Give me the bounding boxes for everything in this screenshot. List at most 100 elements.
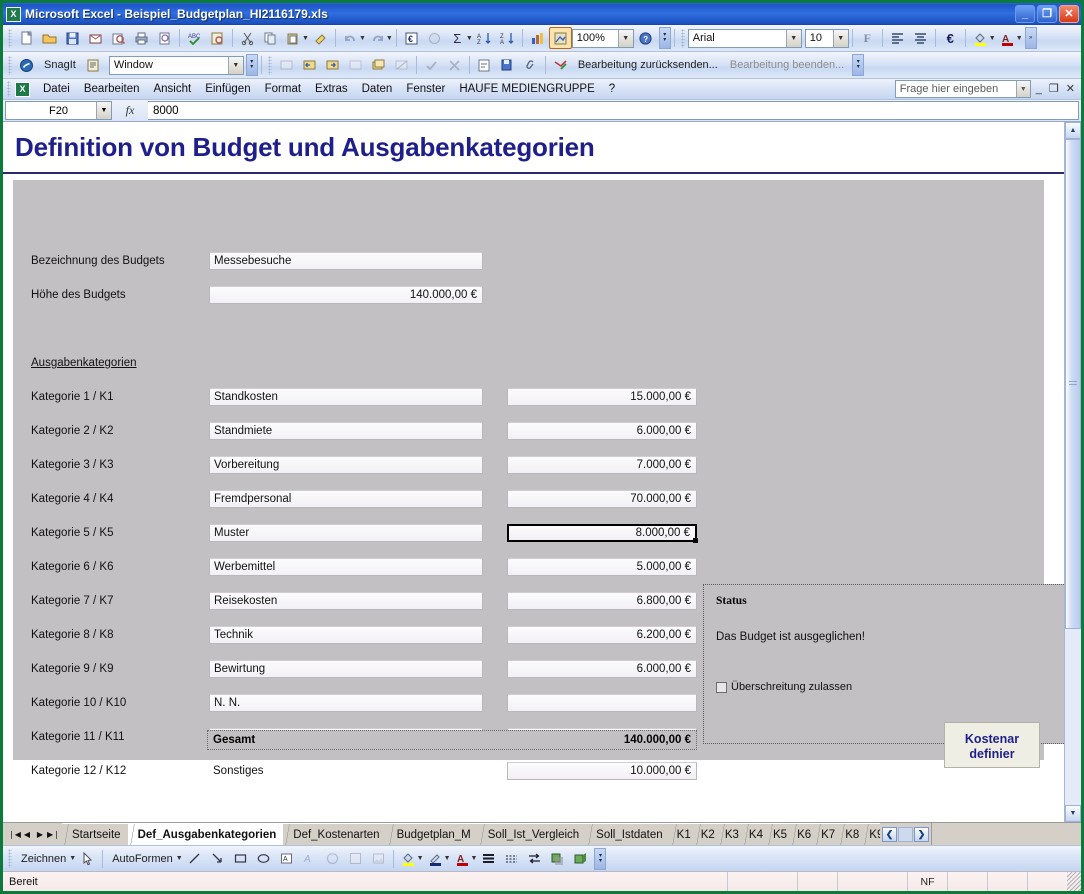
tab-split-handle[interactable] [898,827,913,842]
help-icon[interactable]: ? [634,27,657,49]
font-color-icon[interactable]: A [996,27,1019,49]
toolbar-grip[interactable] [8,29,12,48]
snagit-profile-caret[interactable]: ▼ [228,57,243,74]
formula-input[interactable]: 8000 [148,101,1079,120]
sheet-tab-def-ausgabenkategorien[interactable]: Def_Ausgabenkategorien [128,823,285,845]
sheet-tab-k3[interactable]: K3 [718,823,743,845]
menu-extras[interactable]: Extras [308,81,355,97]
name-box[interactable]: F20 ▼ [5,101,112,120]
line-style-icon[interactable] [477,848,500,870]
category-name-field[interactable]: Werbemittel [209,558,483,576]
reject-change-icon[interactable] [443,54,466,76]
menu-bearbeiten[interactable]: Bearbeiten [77,81,147,97]
open-icon[interactable] [38,27,61,49]
sheet-tab-k5[interactable]: K5 [766,823,791,845]
checkbox-box[interactable] [716,682,727,693]
dash-style-icon[interactable] [500,848,523,870]
tab-prev-button[interactable]: ◀ [21,830,33,839]
resize-grip[interactable] [1067,872,1081,891]
ask-a-question-caret[interactable]: ▼ [1016,81,1030,97]
category-name-field[interactable]: Vorbereitung [209,456,483,474]
sheet-tab-startseite[interactable]: Startseite [62,823,129,845]
category-name-field[interactable]: Bewirtung [209,660,483,678]
line-icon[interactable] [183,848,206,870]
category-amount-field[interactable]: 15.000,00 € [507,388,697,406]
sheet-tab-soll-istdaten[interactable]: Soll_Istdaten [586,823,671,845]
print-icon[interactable] [130,27,153,49]
snagit-overflow-button[interactable]: ▾▾ [246,54,258,76]
format-painter-icon[interactable] [309,27,332,49]
formatting-overflow-button[interactable]: » [1025,27,1037,49]
menu-help[interactable]: ? [602,81,622,97]
category-name-field[interactable]: Fremdpersonal [209,490,483,508]
workbook-minimize-button[interactable]: _ [1034,84,1044,95]
align-center-icon[interactable] [909,27,932,49]
search-icon[interactable] [107,27,130,49]
delete-comment-icon[interactable] [390,54,413,76]
allow-overrun-checkbox[interactable]: Überschreitung zulassen [716,681,1055,693]
category-name-field[interactable]: Standmiete [209,422,483,440]
formatting-toolbar-grip[interactable] [681,29,685,48]
sheet-tab-k6[interactable]: K6 [790,823,815,845]
category-amount-field[interactable]: 70.000,00 € [507,490,697,508]
menu-format[interactable]: Format [258,81,308,97]
define-cost-types-button[interactable]: Kostenardefinier [944,722,1040,768]
font-size-combo[interactable]: 10 ▼ [805,29,849,48]
draw-menu-button[interactable]: Zeichnen [15,849,72,869]
menu-haufe-mediengruppe[interactable]: HAUFE MEDIENGRUPPE [452,81,601,97]
redo-icon[interactable] [366,27,389,49]
fill-color-icon[interactable] [397,848,420,870]
bold-button[interactable]: F [856,27,879,49]
category-amount-field[interactable] [507,694,697,712]
workbook-close-button[interactable]: ✕ [1064,84,1077,95]
paste-icon[interactable] [282,27,305,49]
close-button[interactable]: ✕ [1059,5,1079,23]
edit-comment-icon[interactable] [344,54,367,76]
category-name-field[interactable]: Technik [209,626,483,644]
drawing-toolbar-grip[interactable] [8,849,12,868]
budget-name-field[interactable]: Messebesuche [209,252,483,270]
category-amount-field[interactable]: 7.000,00 € [507,456,697,474]
clip-art-icon[interactable] [344,848,367,870]
arrow-style-icon[interactable] [523,848,546,870]
font-color-icon[interactable]: A [451,848,474,870]
sheet-tab-k2[interactable]: K2 [694,823,719,845]
category-amount-field[interactable]: 10.000,00 € [507,762,697,780]
new-icon[interactable] [15,27,38,49]
name-box-caret[interactable]: ▼ [96,102,111,119]
restore-button[interactable]: ❐ [1037,5,1057,23]
send-for-review-button[interactable]: Bearbeitung zurücksenden... [572,55,724,75]
category-name-field[interactable]: Reisekosten [209,592,483,610]
next-comment-icon[interactable] [321,54,344,76]
menu-ansicht[interactable]: Ansicht [146,81,198,97]
sheet-tab-k7[interactable]: K7 [814,823,839,845]
draw-menu-caret[interactable]: ▼ [69,855,76,862]
review-toolbar-grip[interactable] [268,56,272,75]
snagit-profile-combo[interactable]: Window ▼ [109,56,244,75]
email-icon[interactable] [84,27,107,49]
category-name-field[interactable]: N. N. [209,694,483,712]
menu-fenster[interactable]: Fenster [399,81,452,97]
category-amount-field[interactable]: 6.800,00 € [507,592,697,610]
sheet-tab-soll-ist-vergleich[interactable]: Soll_Ist_Vergleich [478,823,587,845]
chart-wizard-icon[interactable] [526,27,549,49]
research-icon[interactable] [206,27,229,49]
accept-change-icon[interactable] [420,54,443,76]
shadow-style-icon[interactable] [546,848,569,870]
menu-daten[interactable]: Daten [355,81,400,97]
vertical-scrollbar[interactable]: ▲ ▼ [1064,122,1081,822]
select-objects-icon[interactable] [76,848,99,870]
category-amount-field[interactable]: 5.000,00 € [507,558,697,576]
category-amount-field-selected[interactable]: 8.000,00 € [507,524,697,542]
fill-handle[interactable] [693,538,698,543]
scroll-up-button[interactable]: ▲ [1065,122,1081,139]
tab-scroll-right-button[interactable]: ❯ [914,827,929,842]
oval-icon[interactable] [252,848,275,870]
rectangle-icon[interactable] [229,848,252,870]
category-name-field[interactable]: Muster [209,524,483,542]
new-comment-icon[interactable] [275,54,298,76]
category-amount-field[interactable]: 6.000,00 € [507,660,697,678]
horizontal-scroll-area[interactable] [931,823,1081,845]
snagit-properties-icon[interactable] [82,54,105,76]
ask-a-question-input[interactable]: Frage hier eingeben ▼ [895,80,1031,98]
